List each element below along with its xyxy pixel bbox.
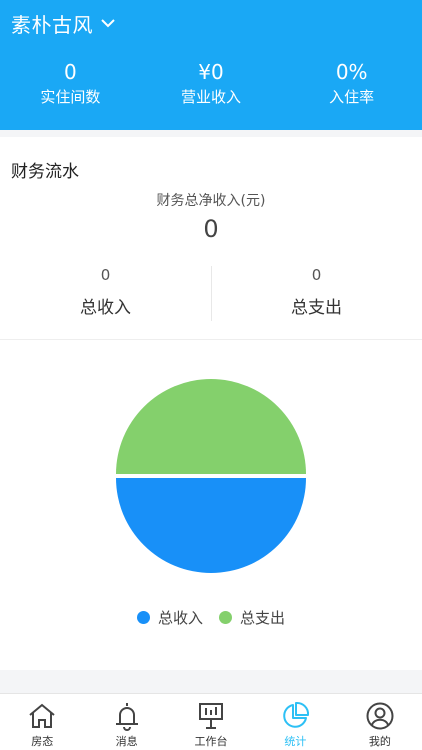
tab-label: 统计 [284, 735, 307, 748]
pie-chart [116, 379, 306, 573]
tab-room-status[interactable]: 房态 [0, 694, 84, 750]
workbench-icon [199, 703, 224, 729]
section-title: 财务流水 [11, 162, 79, 182]
income-summary[interactable]: 0 总收入 [0, 265, 211, 321]
net-income-label: 财务总净收入(元) [156, 193, 266, 209]
stat-rooms[interactable]: 0 实住间数 [0, 60, 141, 108]
stat-label: 营业收入 [181, 88, 242, 106]
stat-occupancy[interactable]: 0% 入住率 [281, 60, 422, 108]
stat-revenue[interactable]: ¥0 营业收入 [141, 60, 282, 108]
stat-value: ¥0 [198, 60, 224, 84]
stat-label: 入住率 [329, 88, 375, 106]
hotel-name: 素朴古风 [11, 12, 93, 37]
hotel-selector[interactable]: 素朴古风 [11, 8, 117, 38]
bottom-tab-bar: 房态 消息 工作台 统计 我的 [0, 693, 422, 750]
header: 素朴古风 0 实住间数 ¥0 营业收入 0% 入住率 [0, 0, 422, 130]
legend-item-expense[interactable]: 总支出 [219, 607, 285, 628]
legend-label: 总收入 [157, 609, 203, 627]
tab-label: 工作台 [194, 735, 228, 748]
tab-label: 消息 [115, 735, 138, 748]
legend-label: 总支出 [240, 609, 286, 627]
stat-value: 0% [335, 60, 368, 84]
legend-dot [136, 611, 150, 624]
stats-row: 0 实住间数 ¥0 营业收入 0% 入住率 [0, 60, 422, 108]
pie-slice-expense [116, 379, 306, 474]
tab-workbench[interactable]: 工作台 [169, 694, 253, 750]
expense-label: 总支出 [291, 298, 342, 318]
expense-value: 0 [311, 266, 322, 284]
chart-legend: 总收入 总支出 [0, 607, 422, 628]
vertical-divider [211, 266, 212, 321]
tab-statistics[interactable]: 统计 [253, 694, 337, 750]
net-income-value: 0 [203, 215, 219, 243]
stat-value: 0 [63, 60, 77, 84]
chevron-down-icon [101, 19, 115, 28]
expense-summary[interactable]: 0 总支出 [211, 265, 422, 321]
pie-slice-income [116, 478, 306, 573]
user-icon [366, 702, 394, 730]
pie-chart-icon [283, 701, 310, 728]
bell-icon [115, 703, 138, 731]
legend-dot [219, 611, 232, 624]
home-icon [29, 703, 55, 728]
tab-messages[interactable]: 消息 [84, 694, 168, 750]
tab-label: 我的 [368, 735, 391, 748]
income-value: 0 [100, 266, 111, 284]
income-label: 总收入 [80, 298, 131, 318]
stat-label: 实住间数 [40, 88, 101, 106]
tab-profile[interactable]: 我的 [338, 694, 422, 750]
finance-card: 财务流水 财务总净收入(元) 0 0 总收入 0 总支出 总收入 总支出 [0, 137, 422, 670]
tab-label: 房态 [31, 735, 54, 748]
legend-item-income[interactable]: 总收入 [136, 607, 203, 628]
horizontal-divider [0, 339, 422, 340]
